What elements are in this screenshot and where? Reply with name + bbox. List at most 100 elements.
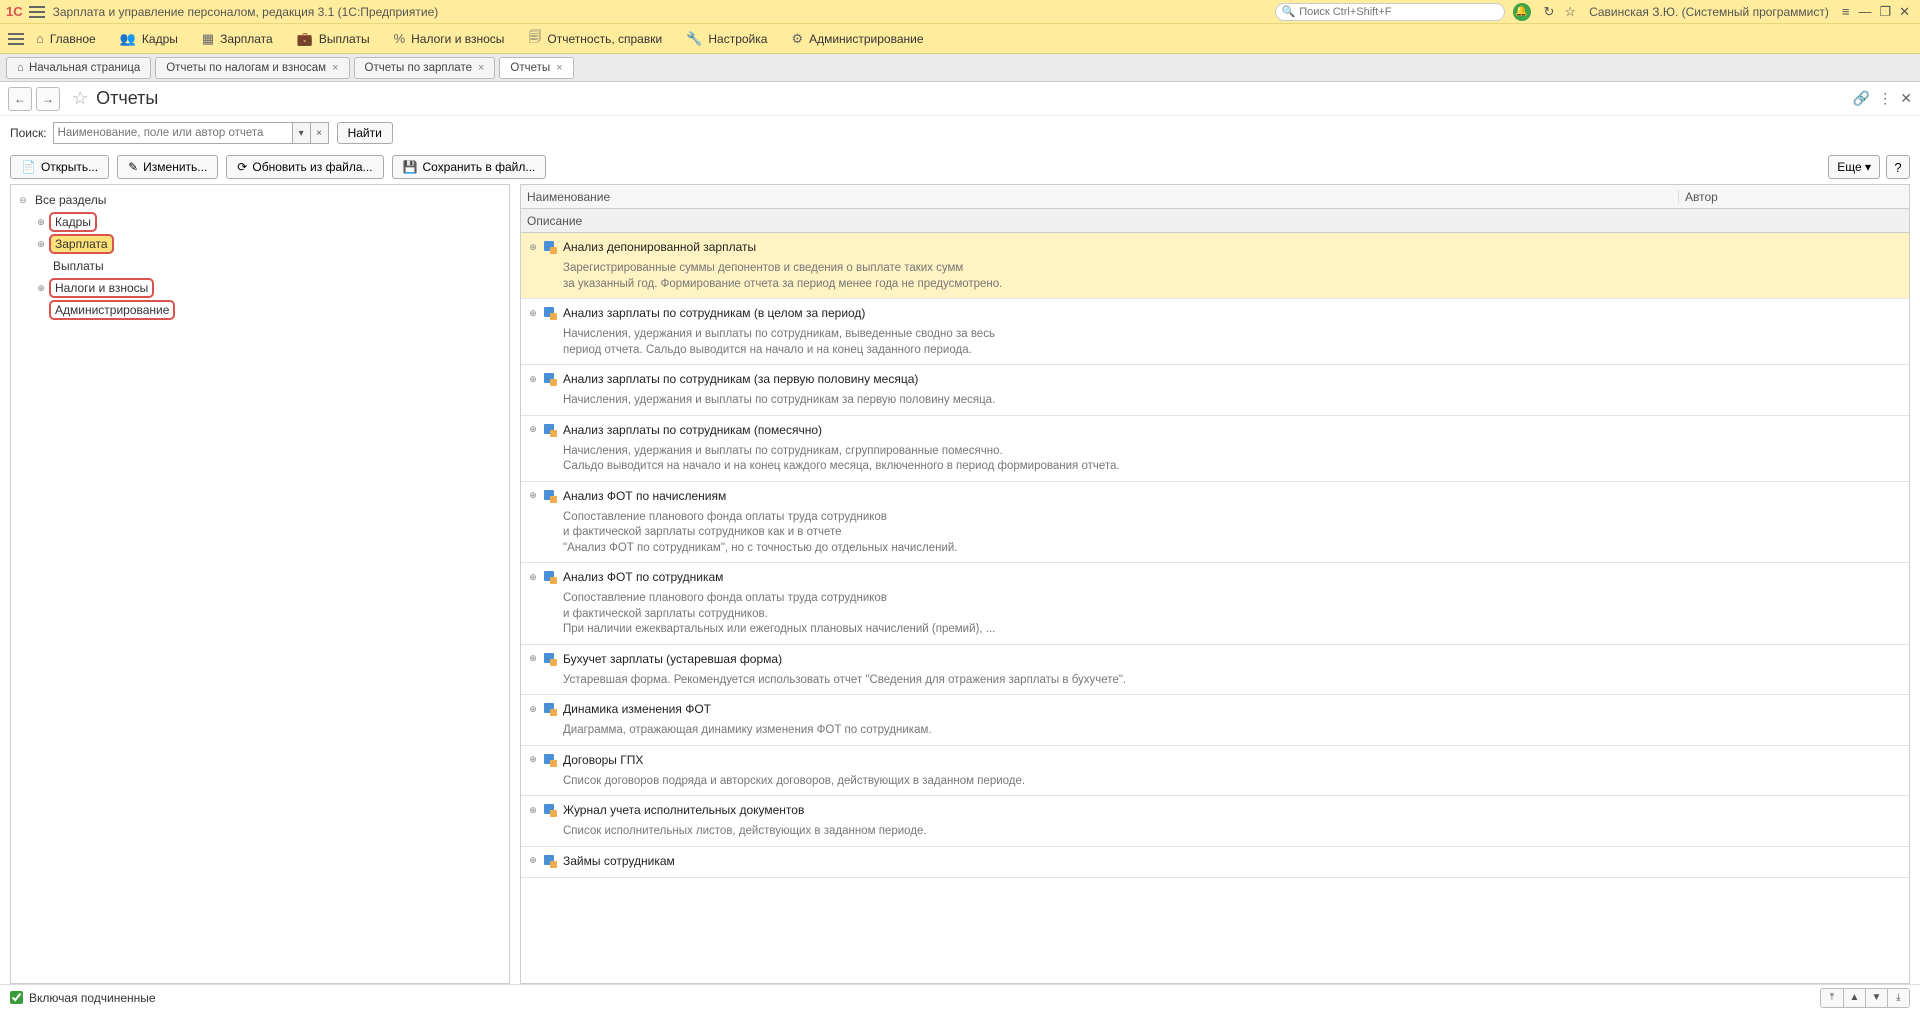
report-row[interactable]: ⊕Анализ зарплаты по сотрудникам (за перв… <box>521 365 1909 416</box>
nav-last-button[interactable]: ⤓ <box>1887 989 1909 1007</box>
collapse-icon[interactable]: ⊖ <box>17 195 29 206</box>
report-row[interactable]: ⊕Договоры ГПХСписок договоров подряда и … <box>521 746 1909 797</box>
nav-forward-button[interactable]: → <box>36 87 60 111</box>
expand-icon[interactable]: ⊕ <box>527 242 539 253</box>
report-title: Журнал учета исполнительных документов <box>563 803 804 817</box>
report-row[interactable]: ⊕Динамика изменения ФОТДиаграмма, отража… <box>521 695 1909 746</box>
bell-icon: 🔔 <box>1515 6 1527 17</box>
report-description: Сопоставление планового фонда оплаты тру… <box>563 510 1903 557</box>
save-button[interactable]: 💾Сохранить в файл... <box>392 155 547 179</box>
expand-icon[interactable]: ⊕ <box>527 490 539 501</box>
report-row[interactable]: ⊕Займы сотрудникам <box>521 847 1909 878</box>
expand-icon[interactable]: ⊕ <box>527 374 539 385</box>
history-icon[interactable]: ↻ <box>1544 4 1555 20</box>
global-search-input[interactable] <box>1299 6 1497 18</box>
menu-label: Отчетность, справки <box>547 32 662 46</box>
find-button[interactable]: Найти <box>337 122 393 144</box>
close-button[interactable]: ✕ <box>1899 4 1910 20</box>
main-menu-toggle-icon[interactable] <box>29 6 45 18</box>
help-button[interactable]: ? <box>1886 155 1910 179</box>
close-page-icon[interactable]: ✕ <box>1900 90 1912 107</box>
tab-home[interactable]: ⌂ Начальная страница <box>6 57 151 79</box>
tree-node-4[interactable]: Администрирование <box>35 299 503 321</box>
tab-0[interactable]: Отчеты по налогам и взносам× <box>155 57 349 79</box>
expand-icon[interactable]: ⊕ <box>527 572 539 583</box>
expand-icon[interactable]: ⊕ <box>527 653 539 664</box>
report-row[interactable]: ⊕Бухучет зарплаты (устаревшая форма)Уста… <box>521 645 1909 696</box>
col-author[interactable]: Автор <box>1679 190 1909 204</box>
menu-item-7[interactable]: ⚙Администрирование <box>791 28 923 50</box>
link-icon[interactable]: 🔗 <box>1853 90 1870 107</box>
sections-tree-pane: ⊖ Все разделы ⊕Кадры⊕ЗарплатаВыплаты⊕Нал… <box>10 184 510 984</box>
expand-icon[interactable]: ⊕ <box>527 308 539 319</box>
expand-icon[interactable]: ⊕ <box>527 704 539 715</box>
expand-icon[interactable]: ⊕ <box>35 217 47 228</box>
current-user[interactable]: Савинская З.Ю. (Системный программист) <box>1589 5 1829 19</box>
minimize-button[interactable]: — <box>1858 4 1871 19</box>
menu-label: Налоги и взносы <box>411 32 504 46</box>
tab-1[interactable]: Отчеты по зарплате× <box>354 57 496 79</box>
search-dropdown-button[interactable]: ▾ <box>293 122 311 144</box>
open-icon: 📄 <box>21 160 36 174</box>
tab-label: Отчеты <box>510 62 550 74</box>
expand-icon[interactable]: ⊕ <box>527 805 539 816</box>
kebab-icon[interactable]: ⋮ <box>1878 90 1892 107</box>
title-bar: 1C Зарплата и управление персоналом, ред… <box>0 0 1920 24</box>
report-row[interactable]: ⊕Анализ зарплаты по сотрудникам (в целом… <box>521 299 1909 365</box>
tree-node-1[interactable]: ⊕Зарплата <box>35 233 503 255</box>
global-search[interactable]: 🔍 <box>1275 3 1505 21</box>
menu-item-6[interactable]: 🔧Настройка <box>686 28 767 50</box>
list-header: Наименование Автор <box>521 185 1909 209</box>
edit-button[interactable]: ✎Изменить... <box>117 155 218 179</box>
tree-root[interactable]: ⊖ Все разделы <box>17 189 503 211</box>
menu-item-4[interactable]: %Налоги и взносы <box>394 28 505 50</box>
report-row[interactable]: ⊕Анализ депонированной зарплатыЗарегистр… <box>521 233 1909 299</box>
save-icon: 💾 <box>403 160 418 174</box>
tab-close-icon[interactable]: × <box>478 62 484 74</box>
search-label: Поиск: <box>10 126 47 140</box>
favorite-star-icon[interactable]: ☆ <box>72 88 88 109</box>
tree-root-label: Все разделы <box>31 192 110 208</box>
tree-node-3[interactable]: ⊕Налоги и взносы <box>35 277 503 299</box>
maximize-button[interactable]: ❐ <box>1879 4 1891 20</box>
tab-close-icon[interactable]: × <box>556 62 562 74</box>
expand-icon[interactable]: ⊕ <box>527 754 539 765</box>
sections-toggle-icon[interactable] <box>8 33 24 45</box>
tab-close-icon[interactable]: × <box>332 62 338 74</box>
panel-settings-icon[interactable]: ≡ <box>1842 4 1850 19</box>
refresh-button[interactable]: ⟳Обновить из файла... <box>226 155 383 179</box>
more-button[interactable]: Еще ▾ <box>1828 155 1880 179</box>
menu-label: Кадры <box>142 32 178 46</box>
expand-icon[interactable]: ⊕ <box>35 283 47 294</box>
favorites-icon[interactable]: ☆ <box>1564 4 1576 20</box>
nav-back-button[interactable]: ← <box>8 87 32 111</box>
report-row[interactable]: ⊕Анализ ФОТ по начислениямСопоставление … <box>521 482 1909 564</box>
menu-item-5[interactable]: 🗐Отчетность, справки <box>528 28 662 50</box>
menu-item-3[interactable]: 💼Выплаты <box>297 28 370 50</box>
nav-down-button[interactable]: ▼ <box>1865 989 1887 1007</box>
open-button[interactable]: 📄Открыть... <box>10 155 109 179</box>
report-search-input[interactable] <box>53 122 293 144</box>
nav-up-button[interactable]: ▲ <box>1843 989 1865 1007</box>
expand-icon[interactable]: ⊕ <box>527 855 539 866</box>
menu-item-2[interactable]: ▦Зарплата <box>202 28 273 50</box>
menu-label: Зарплата <box>220 32 273 46</box>
expand-icon[interactable]: ⊕ <box>35 239 47 250</box>
menu-item-1[interactable]: 👥Кадры <box>120 28 178 50</box>
search-clear-button[interactable]: × <box>311 122 329 144</box>
nav-first-button[interactable]: ⤒ <box>1821 989 1843 1007</box>
notifications-button[interactable]: 🔔 <box>1513 3 1531 21</box>
tree-node-2[interactable]: Выплаты <box>35 255 503 277</box>
include-subordinate-checkbox[interactable] <box>10 991 23 1004</box>
tree-node-0[interactable]: ⊕Кадры <box>35 211 503 233</box>
window-title: Зарплата и управление персоналом, редакц… <box>53 5 1275 19</box>
report-row[interactable]: ⊕Анализ ФОТ по сотрудникамСопоставление … <box>521 563 1909 645</box>
report-title: Анализ ФОТ по сотрудникам <box>563 570 723 584</box>
report-row[interactable]: ⊕Анализ зарплаты по сотрудникам (помесяч… <box>521 416 1909 482</box>
report-icon <box>543 372 557 386</box>
menu-item-0[interactable]: ⌂Главное <box>36 28 96 50</box>
report-row[interactable]: ⊕Журнал учета исполнительных документовС… <box>521 796 1909 847</box>
expand-icon[interactable]: ⊕ <box>527 424 539 435</box>
tab-2[interactable]: Отчеты × <box>499 57 573 79</box>
col-name[interactable]: Наименование <box>521 190 1679 204</box>
